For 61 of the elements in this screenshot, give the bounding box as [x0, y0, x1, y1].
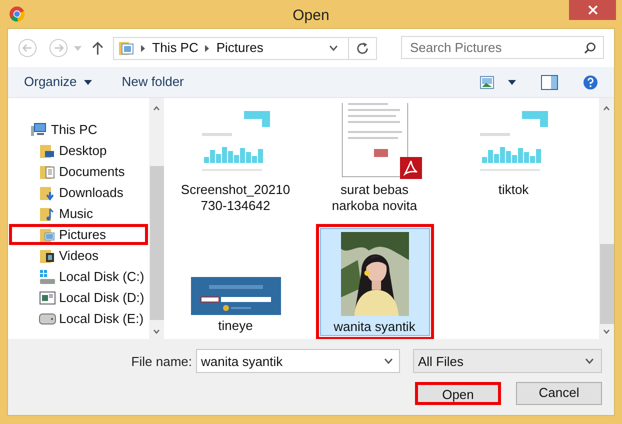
breadcrumb[interactable]: Pictures — [216, 38, 264, 58]
scrollbar[interactable] — [149, 98, 164, 339]
help-icon[interactable] — [583, 74, 598, 90]
view-picture-icon[interactable] — [480, 76, 494, 88]
file-name-label: File name: — [131, 352, 192, 370]
computer-icon — [31, 122, 48, 138]
close-icon — [588, 5, 598, 15]
window-title: Open — [292, 6, 330, 26]
scrollbar[interactable] — [599, 98, 614, 339]
nav-item[interactable]: Music — [9, 203, 148, 224]
breadcrumb[interactable]: This PC — [152, 38, 198, 58]
windows-drive-icon — [39, 268, 56, 284]
nav-item[interactable]: Pictures — [9, 224, 148, 245]
drive-icon — [39, 310, 56, 326]
caret-icon[interactable] — [508, 80, 516, 84]
browser-logo-icon — [9, 6, 25, 22]
scroll-down-icon[interactable] — [603, 329, 610, 334]
organize-menu[interactable]: Organize — [18, 72, 98, 92]
file-item[interactable]: surat bebas narkoba novita — [316, 98, 434, 219]
nav-item[interactable]: Local Disk (C:) — [9, 266, 148, 287]
scroll-up-icon[interactable] — [153, 106, 160, 111]
nav-item[interactable]: Videos — [9, 245, 148, 266]
music-folder-icon — [39, 206, 56, 222]
dialog-button[interactable]: Open — [415, 382, 501, 404]
nav-item[interactable]: Local Disk (D:) — [9, 287, 148, 308]
scroll-down-icon[interactable] — [153, 329, 160, 334]
pdf-icon — [400, 157, 422, 179]
close-button[interactable] — [569, 0, 616, 20]
documents-folder-icon — [39, 164, 56, 180]
file-item[interactable]: tineye — [176, 269, 294, 339]
dropdown-icon — [585, 358, 594, 364]
up-arrow-icon[interactable] — [92, 41, 104, 55]
nav-item[interactable]: This PC — [9, 119, 148, 140]
file-item[interactable]: tiktok — [454, 98, 572, 203]
refresh-icon[interactable] — [356, 42, 369, 54]
dropdown-icon[interactable] — [384, 358, 393, 364]
scroll-up-icon[interactable] — [603, 106, 610, 111]
desktop-folder-icon — [39, 142, 56, 158]
address-bar[interactable]: This PC Pictures — [113, 36, 377, 60]
nav-item[interactable]: Desktop — [9, 140, 148, 161]
pictures-folder-icon — [39, 226, 56, 242]
videos-folder-icon — [39, 248, 56, 264]
search-icon — [584, 42, 596, 54]
file-name-field[interactable]: wanita syantik — [196, 349, 400, 373]
nav-item[interactable]: Downloads — [9, 182, 148, 203]
dropdown-icon[interactable] — [329, 45, 338, 51]
new-folder-button[interactable]: New folder — [116, 72, 190, 92]
caret-icon — [84, 80, 92, 84]
nav-item[interactable]: Local Disk (E:) — [9, 308, 148, 329]
chevron-icon — [141, 44, 146, 52]
dialog-button[interactable]: Cancel — [516, 382, 602, 404]
search-field[interactable]: Search Pictures — [401, 36, 604, 59]
file-type-dropdown[interactable]: All Files — [413, 349, 602, 374]
chevron-icon — [205, 44, 210, 52]
pictures-folder-icon — [118, 40, 134, 56]
downloads-folder-icon — [39, 184, 56, 200]
drive-icon — [39, 290, 56, 306]
file-item[interactable]: wanita syantik — [316, 224, 434, 339]
nav-item[interactable]: Documents — [9, 161, 148, 182]
preview-pane-icon[interactable] — [541, 74, 558, 90]
file-item[interactable]: Screenshot_20210 730-134642 — [176, 98, 294, 219]
